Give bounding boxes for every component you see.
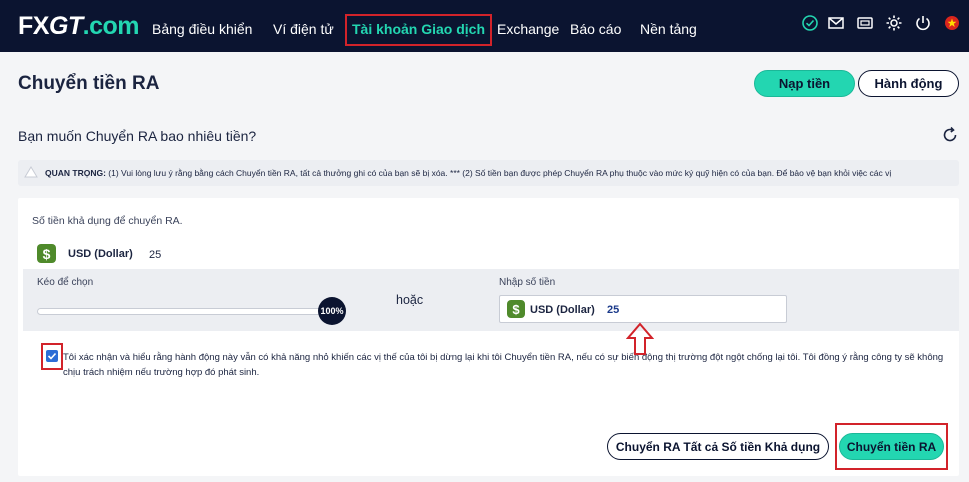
deposit-button[interactable]: Nạp tiền xyxy=(754,70,855,97)
power-icon[interactable] xyxy=(914,14,932,32)
input-amount-value: 25 xyxy=(607,304,620,316)
amount-slider-handle[interactable]: 100% xyxy=(318,297,346,325)
withdraw-all-button[interactable]: Chuyển RA Tất cả Số tiền Khả dụng xyxy=(607,433,829,460)
page-title: Chuyển tiền RA xyxy=(18,73,160,94)
available-label: Số tiền khả dụng để chuyển RA. xyxy=(32,215,183,227)
warning-icon xyxy=(24,166,38,178)
mail-icon[interactable] xyxy=(827,14,845,32)
refresh-icon[interactable] xyxy=(941,126,959,144)
wallet-icon[interactable] xyxy=(856,14,874,32)
action-button[interactable]: Hành động xyxy=(858,70,959,97)
notice-text: QUAN TRỌNG: (1) Vui lòng lưu ý rằng bằng… xyxy=(45,168,892,178)
slider-label: Kéo để chọn xyxy=(37,277,94,288)
amount-selection-panel: Kéo để chọn 100% hoặc Nhập số tiền $ USD… xyxy=(23,269,959,331)
annotation-arrow-up-icon xyxy=(626,322,654,355)
nav-platforms[interactable]: Nền tảng xyxy=(640,21,697,37)
highlight-box-withdraw xyxy=(835,423,948,470)
withdraw-card: Số tiền khả dụng để chuyển RA. $ USD (Do… xyxy=(18,198,959,476)
or-label: hoặc xyxy=(396,293,424,307)
vietnam-flag-icon[interactable] xyxy=(943,14,961,32)
enter-amount-label: Nhập số tiền xyxy=(499,277,556,288)
highlight-box-checkbox xyxy=(41,343,63,370)
top-navigation-bar: FXGT.com Bảng điều khiển Ví điện tử Tài … xyxy=(0,0,969,52)
nav-exchange[interactable]: Exchange xyxy=(497,21,559,37)
nav-dashboard[interactable]: Bảng điều khiển xyxy=(152,21,252,37)
available-amount: 25 xyxy=(149,249,162,261)
dollar-icon: $ xyxy=(37,244,56,263)
input-currency-label: USD (Dollar) xyxy=(530,304,595,316)
important-notice[interactable]: QUAN TRỌNG: (1) Vui lòng lưu ý rằng bằng… xyxy=(18,160,959,186)
consent-text: Tôi xác nhận và hiểu rằng hành động này … xyxy=(63,352,944,378)
amount-input[interactable]: $ USD (Dollar) 25 xyxy=(499,295,787,323)
check-circle-icon[interactable] xyxy=(801,14,819,32)
withdraw-question: Bạn muốn Chuyển RA bao nhiêu tiền? xyxy=(18,128,257,144)
nav-reports[interactable]: Báo cáo xyxy=(570,21,621,37)
highlight-box-nav xyxy=(345,14,492,46)
currency-label: USD (Dollar) xyxy=(68,248,133,260)
gear-icon[interactable] xyxy=(885,14,903,32)
nav-wallet[interactable]: Ví điện tử xyxy=(273,21,334,37)
fxgt-logo[interactable]: FXGT.com xyxy=(18,11,140,41)
amount-slider-track[interactable] xyxy=(37,308,327,315)
dollar-icon: $ xyxy=(507,300,525,318)
